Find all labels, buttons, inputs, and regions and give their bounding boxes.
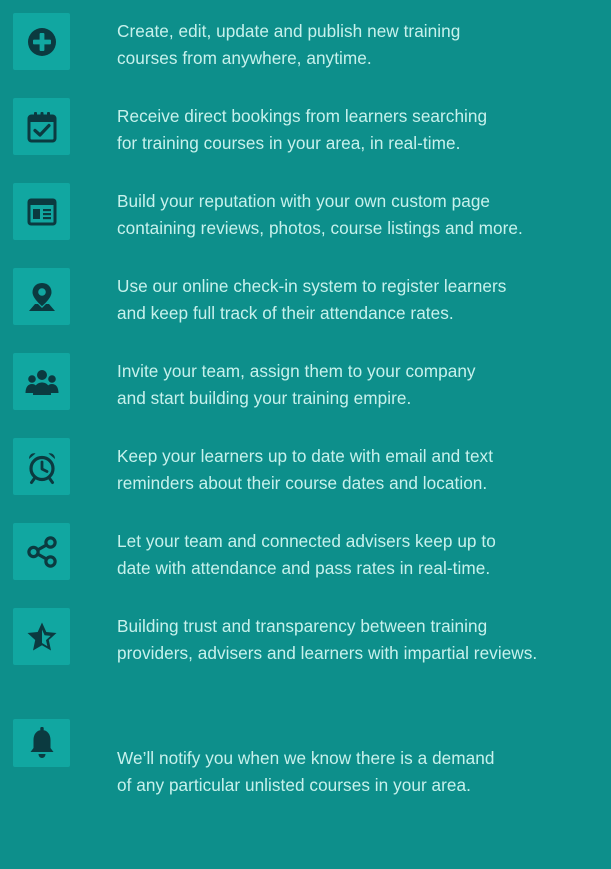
feature-text-line: of any particular unlisted courses in yo… bbox=[117, 775, 471, 795]
feature-item-reminders: Keep your learners up to date with email… bbox=[0, 438, 611, 514]
feature-text-line: and keep full track of their attendance … bbox=[117, 303, 454, 323]
feature-text: Use our online check-in system to regist… bbox=[117, 273, 607, 327]
feature-item-bookings: Receive direct bookings from learners se… bbox=[0, 98, 611, 174]
alarm-clock-icon bbox=[13, 438, 70, 495]
feature-text: Building trust and transparency between … bbox=[117, 613, 607, 667]
feature-text: Build your reputation with your own cust… bbox=[117, 188, 607, 242]
feature-text: Create, edit, update and publish new tra… bbox=[117, 18, 607, 72]
feature-text: Invite your team, assign them to your co… bbox=[117, 358, 607, 412]
feature-text-line: containing reviews, photos, course listi… bbox=[117, 218, 523, 238]
feature-text-line: Keep your learners up to date with email… bbox=[117, 446, 494, 466]
feature-text: Keep your learners up to date with email… bbox=[117, 443, 607, 497]
feature-item-custom-page: Build your reputation with your own cust… bbox=[0, 183, 611, 259]
feature-text-line: Build your reputation with your own cust… bbox=[117, 191, 491, 211]
feature-text-line: reminders about their course dates and l… bbox=[117, 473, 488, 493]
feature-text-line: Building trust and transparency between … bbox=[117, 616, 488, 636]
feature-item-demand: We’ll notify you when we know there is a… bbox=[0, 693, 611, 795]
half-star-icon bbox=[13, 608, 70, 665]
feature-item-publish: Create, edit, update and publish new tra… bbox=[0, 13, 611, 89]
plus-circle-icon bbox=[13, 13, 70, 70]
feature-text-line: providers, advisers and learners with im… bbox=[117, 643, 538, 663]
feature-text: Receive direct bookings from learners se… bbox=[117, 103, 607, 157]
feature-list: Create, edit, update and publish new tra… bbox=[0, 0, 611, 869]
web-page-icon bbox=[13, 183, 70, 240]
calendar-check-icon bbox=[13, 98, 70, 155]
feature-text: Let your team and connected advisers kee… bbox=[117, 528, 607, 582]
feature-text-line: Receive direct bookings from learners se… bbox=[117, 106, 488, 126]
map-pin-icon bbox=[13, 268, 70, 325]
feature-item-pass-rates: Let your team and connected advisers kee… bbox=[0, 523, 611, 599]
team-people-icon bbox=[13, 353, 70, 410]
feature-text-line: and start building your training empire. bbox=[117, 388, 412, 408]
feature-text-line: Let your team and connected advisers kee… bbox=[117, 531, 496, 551]
bell-icon bbox=[13, 719, 70, 767]
feature-text-line: We’ll notify you when we know there is a… bbox=[117, 748, 495, 768]
feature-text: We’ll notify you when we know there is a… bbox=[117, 745, 607, 799]
feature-item-team: Invite your team, assign them to your co… bbox=[0, 353, 611, 429]
feature-text-line: for training courses in your area, in re… bbox=[117, 133, 461, 153]
feature-text-line: Create, edit, update and publish new tra… bbox=[117, 21, 461, 41]
feature-text-line: Invite your team, assign them to your co… bbox=[117, 361, 476, 381]
feature-text-line: Use our online check-in system to regist… bbox=[117, 276, 507, 296]
feature-text-line: date with attendance and pass rates in r… bbox=[117, 558, 491, 578]
feature-text-line: courses from anywhere, anytime. bbox=[117, 48, 372, 68]
share-icon bbox=[13, 523, 70, 580]
feature-item-reviews: Building trust and transparency between … bbox=[0, 608, 611, 684]
feature-item-check-in: Use our online check-in system to regist… bbox=[0, 268, 611, 344]
